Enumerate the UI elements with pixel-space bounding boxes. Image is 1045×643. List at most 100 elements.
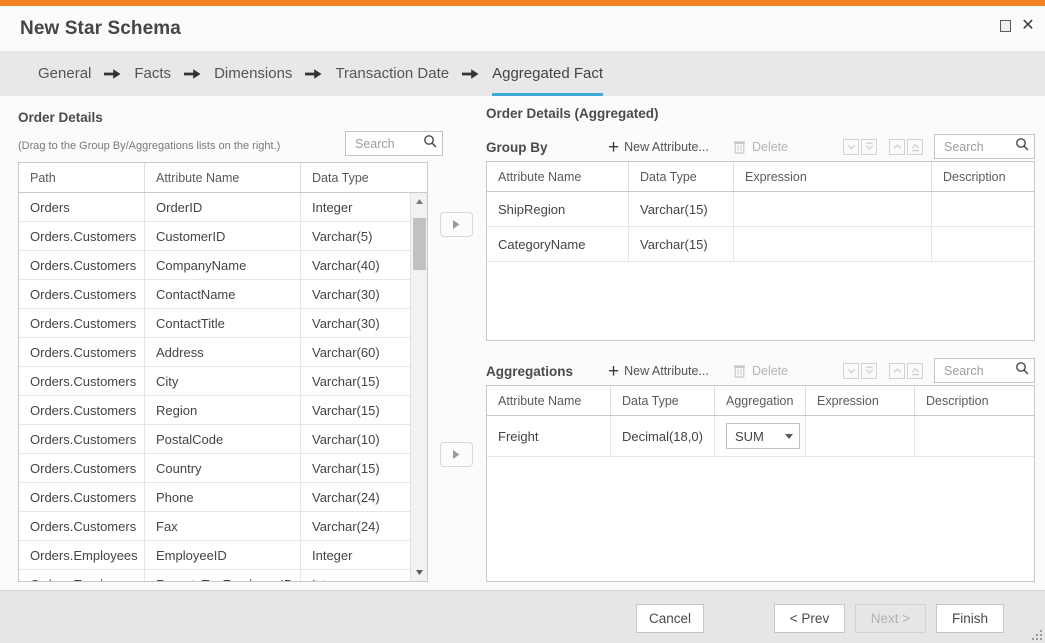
step-arrow-icon [184, 68, 201, 80]
group-by-delete-label: Delete [752, 140, 788, 154]
table-cell: Integer [301, 570, 427, 581]
table-cell: ReportsTo_EmployeeID [145, 570, 301, 581]
table-cell: Fax [145, 512, 301, 540]
table-cell: Varchar(15) [629, 192, 734, 226]
next-button: Next > [855, 604, 926, 633]
table-row[interactable]: Orders.CustomersContactNameVarchar(30) [19, 280, 427, 309]
table-cell [734, 192, 932, 226]
group-by-search-box[interactable] [934, 134, 1035, 159]
resize-grip-icon[interactable] [1032, 630, 1042, 640]
table-cell: Orders.Customers [19, 483, 145, 511]
step-transaction-date[interactable]: Transaction Date [335, 51, 449, 96]
aggregations-delete-button[interactable]: Delete [733, 364, 833, 378]
finish-button[interactable]: Finish [936, 604, 1004, 633]
aggregation-select[interactable]: SUM [726, 423, 800, 449]
step-transaction-date-label: Transaction Date [335, 65, 449, 82]
table-cell: Orders.Customers [19, 222, 145, 250]
source-attributes-panel: Order Details (Drag to the Group By/Aggr… [15, 104, 431, 582]
group-by-move-down-button[interactable] [843, 139, 859, 155]
search-icon [1015, 137, 1029, 156]
group-by-move-to-top-button[interactable] [907, 139, 923, 155]
table-cell: Varchar(15) [301, 367, 427, 395]
table-row[interactable]: Orders.CustomersContactTitleVarchar(30) [19, 309, 427, 338]
aggregation-select-value: SUM [735, 429, 764, 444]
table-cell: EmployeeID [145, 541, 301, 569]
scroll-down-icon[interactable] [411, 564, 428, 581]
dialog-body: Order Details (Drag to the Group By/Aggr… [0, 96, 1045, 590]
aggregations-move-to-top-button[interactable] [907, 363, 923, 379]
column-header-data-type: Data Type [611, 386, 715, 415]
aggregations-move-down-button[interactable] [843, 363, 859, 379]
cancel-button[interactable]: Cancel [636, 604, 704, 633]
group-by-grid: Attribute Name Data Type Expression Desc… [486, 161, 1035, 341]
table-cell: Address [145, 338, 301, 366]
table-row[interactable]: Orders.CustomersRegionVarchar(15) [19, 396, 427, 425]
source-grid-scrollbar[interactable] [410, 193, 427, 581]
table-cell: Orders [19, 193, 145, 221]
table-row[interactable]: Orders.CustomersCountryVarchar(15) [19, 454, 427, 483]
table-cell: Orders.Customers [19, 338, 145, 366]
aggregations-move-to-bottom-button[interactable] [861, 363, 877, 379]
aggregations-search-box[interactable] [934, 358, 1035, 383]
table-row[interactable]: Orders.CustomersCityVarchar(15) [19, 367, 427, 396]
table-cell: SUM [715, 416, 806, 456]
table-row[interactable]: Orders.EmployeesEmployeeIDInteger [19, 541, 427, 570]
step-facts[interactable]: Facts [134, 51, 171, 96]
aggregations-new-attribute-button[interactable]: + New Attribute... [608, 362, 733, 381]
step-general-label: General [38, 65, 91, 82]
column-header-description: Description [932, 162, 1034, 191]
group-by-delete-button[interactable]: Delete [733, 140, 833, 154]
table-cell: Orders.Employees [19, 570, 145, 581]
table-row[interactable]: Orders.CustomersFaxVarchar(24) [19, 512, 427, 541]
group-by-search-input[interactable] [942, 139, 1012, 155]
source-search-input[interactable] [353, 136, 420, 152]
table-cell: Varchar(24) [301, 512, 427, 540]
source-search-box[interactable] [345, 131, 443, 156]
source-grid-header: Path Attribute Name Data Type [19, 163, 427, 193]
table-cell: Orders.Customers [19, 309, 145, 337]
close-button[interactable]: ✕ [1017, 16, 1039, 36]
column-header-attribute-name: Attribute Name [145, 163, 301, 192]
aggregations-label: Aggregations [486, 364, 608, 379]
aggregations-move-up-button[interactable] [889, 363, 905, 379]
table-row[interactable]: Orders.CustomersPostalCodeVarchar(10) [19, 425, 427, 454]
table-row[interactable]: OrdersOrderIDInteger [19, 193, 427, 222]
table-row[interactable]: CategoryNameVarchar(15) [487, 227, 1034, 262]
aggregations-search-input[interactable] [942, 363, 1012, 379]
table-cell: Region [145, 396, 301, 424]
column-header-data-type: Data Type [301, 163, 427, 192]
step-arrow-icon [462, 68, 479, 80]
table-row[interactable]: Orders.EmployeesReportsTo_EmployeeIDInte… [19, 570, 427, 581]
table-cell: Phone [145, 483, 301, 511]
maximize-button[interactable] [994, 16, 1016, 36]
table-cell: Orders.Customers [19, 367, 145, 395]
aggregations-delete-label: Delete [752, 364, 788, 378]
aggregated-panel-title: Order Details (Aggregated) [486, 106, 659, 121]
step-dimensions-label: Dimensions [214, 65, 292, 82]
table-row[interactable]: Orders.CustomersAddressVarchar(60) [19, 338, 427, 367]
table-row[interactable]: Orders.CustomersCompanyNameVarchar(40) [19, 251, 427, 280]
scroll-up-icon[interactable] [411, 193, 428, 210]
table-row[interactable]: Orders.CustomersCustomerIDVarchar(5) [19, 222, 427, 251]
new-star-schema-dialog: New Star Schema ✕ General Facts Dimensio… [0, 0, 1045, 643]
table-row[interactable]: ShipRegionVarchar(15) [487, 192, 1034, 227]
table-cell: CustomerID [145, 222, 301, 250]
aggregations-grid-header: Attribute Name Data Type Aggregation Exp… [487, 386, 1034, 416]
group-by-move-to-bottom-button[interactable] [861, 139, 877, 155]
column-header-expression: Expression [734, 162, 932, 191]
prev-button[interactable]: < Prev [774, 604, 845, 633]
table-cell: Orders.Customers [19, 251, 145, 279]
column-header-attribute-name: Attribute Name [487, 162, 629, 191]
table-row[interactable]: FreightDecimal(18,0)SUM [487, 416, 1034, 457]
step-dimensions[interactable]: Dimensions [214, 51, 292, 96]
group-by-move-up-button[interactable] [889, 139, 905, 155]
step-general[interactable]: General [38, 51, 91, 96]
group-by-new-attribute-label: New Attribute... [624, 140, 709, 154]
scrollbar-thumb[interactable] [413, 218, 426, 270]
step-aggregated-fact[interactable]: Aggregated Fact [492, 51, 603, 96]
group-by-new-attribute-button[interactable]: + New Attribute... [608, 138, 733, 157]
add-to-aggregations-button[interactable] [440, 442, 473, 467]
add-to-group-by-button[interactable] [440, 212, 473, 237]
source-grid-rows: OrdersOrderIDIntegerOrders.CustomersCust… [19, 193, 427, 581]
table-row[interactable]: Orders.CustomersPhoneVarchar(24) [19, 483, 427, 512]
